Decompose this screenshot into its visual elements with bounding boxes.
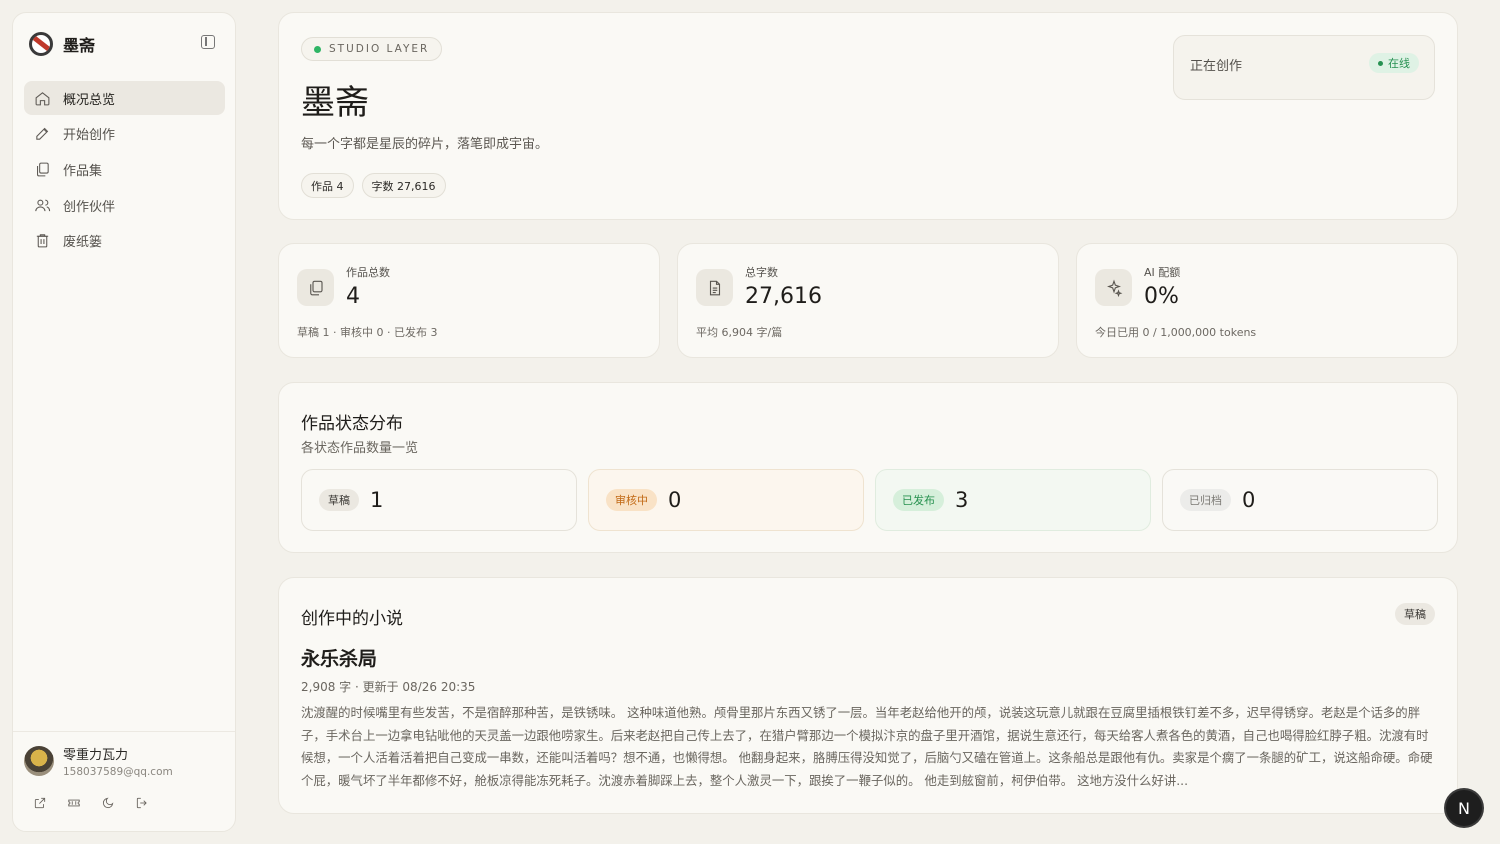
page-subtitle: 每一个字都是星辰的碎片，落笔即成宇宙。: [301, 137, 549, 152]
sidebar-collapse-icon[interactable]: [201, 35, 215, 49]
status-item-published[interactable]: 已发布 3: [875, 469, 1151, 531]
sidebar-item-label: 概况总览: [63, 92, 116, 108]
novel-meta: 2,908 字 · 更新于 08/26 20:35: [301, 680, 476, 694]
ticket-icon[interactable]: [67, 796, 81, 810]
studio-tag: STUDIO LAYER: [301, 37, 443, 61]
status-chip: 草稿: [319, 489, 359, 511]
sidebar-item-label: 废纸篓: [63, 235, 103, 251]
stat-value: 27,616: [745, 284, 822, 309]
stat-value: 0%: [1144, 284, 1179, 309]
sidebar-item-label: 开始创作: [63, 128, 116, 144]
stat-label: 总字数: [745, 266, 778, 279]
logout-icon[interactable]: [135, 796, 149, 810]
sidebar: 墨斋 概况总览 开始创作 作品集 创作伙伴 废纸篓 零重力瓦力 15803758…: [12, 12, 236, 832]
status-chip: 已发布: [893, 489, 944, 511]
novel-title[interactable]: 永乐杀局: [301, 644, 377, 671]
online-dot-icon: [1378, 60, 1383, 66]
now-creating-label: 正在创作: [1190, 59, 1243, 74]
status-dot-icon: [314, 45, 321, 53]
stat-note: 今日已用 0 / 1,000,000 tokens: [1095, 326, 1257, 339]
status-chip: 审核中: [606, 489, 657, 511]
logo-icon: [29, 32, 53, 56]
page-title: 墨斋: [301, 83, 369, 123]
sidebar-item-trash[interactable]: 废纸篓: [24, 224, 225, 258]
sidebar-item-create[interactable]: 开始创作: [24, 117, 225, 151]
sidebar-item-label: 作品集: [63, 163, 103, 179]
status-distribution-card: 作品状态分布 各状态作品数量一览 草稿 1 审核中 0 已发布 3 已归档 0: [278, 382, 1458, 553]
stat-card-words: 总字数 27,616 平均 6,904 字/篇: [677, 243, 1059, 358]
sidebar-footer: 零重力瓦力 158037589@qq.com: [13, 731, 235, 831]
user-profile[interactable]: 零重力瓦力 158037589@qq.com: [24, 744, 173, 778]
studio-tag-label: STUDIO LAYER: [329, 43, 430, 55]
status-item-draft[interactable]: 草稿 1: [301, 469, 577, 531]
sidebar-item-works[interactable]: 作品集: [24, 152, 225, 186]
word-count-chip: 字数 27,616: [361, 173, 446, 198]
current-novel-card[interactable]: 创作中的小说 草稿 永乐杀局 2,908 字 · 更新于 08/26 20:35…: [278, 577, 1458, 814]
status-badge: 草稿: [1395, 603, 1435, 625]
floating-action-button[interactable]: N: [1446, 790, 1482, 826]
user-name: 零重力瓦力: [63, 748, 129, 763]
hero-chips: 作品 4 字数 27,616: [301, 173, 446, 198]
status-count: 0: [1242, 488, 1256, 512]
status-list: 草稿 1 审核中 0 已发布 3 已归档 0: [301, 469, 1438, 531]
status-count: 3: [955, 488, 969, 512]
copy-icon: [37, 162, 49, 177]
stat-card-ai-quota: AI 配额 0% 今日已用 0 / 1,000,000 tokens: [1076, 243, 1458, 358]
external-link-icon[interactable]: [33, 796, 47, 810]
stat-card-works: 作品总数 4 草稿 1 · 审核中 0 · 已发布 3: [278, 243, 660, 358]
stat-label: 作品总数: [346, 266, 390, 279]
status-badge-label: 在线: [1388, 57, 1410, 70]
sidebar-nav: 概况总览 开始创作 作品集 创作伙伴 废纸篓: [24, 81, 225, 259]
brand-name: 墨斋: [63, 36, 96, 55]
status-badge: 在线: [1369, 53, 1419, 73]
stat-note: 平均 6,904 字/篇: [696, 326, 783, 339]
status-chip: 已归档: [1180, 489, 1231, 511]
brand[interactable]: 墨斋: [29, 31, 95, 57]
avatar: [24, 746, 54, 776]
works-count-chip: 作品 4: [301, 173, 354, 198]
user-email: 158037589@qq.com: [63, 766, 173, 778]
theme-toggle-icon[interactable]: [101, 796, 115, 810]
sidebar-item-partners[interactable]: 创作伙伴: [24, 188, 225, 222]
pen-icon: [36, 127, 49, 140]
hero-card: STUDIO LAYER 墨斋 每一个字都是星辰的碎片，落笔即成宇宙。 作品 4…: [278, 12, 1458, 220]
sidebar-item-overview[interactable]: 概况总览: [24, 81, 225, 115]
document-icon: [696, 269, 733, 306]
users-icon: [35, 199, 51, 211]
sidebar-item-label: 创作伙伴: [63, 199, 116, 215]
trash-icon: [36, 234, 49, 248]
copy-icon: [297, 269, 334, 306]
status-count: 1: [370, 488, 384, 512]
status-count: 0: [668, 488, 682, 512]
section-subtitle: 各状态作品数量一览: [301, 441, 419, 456]
now-creating-panel: 正在创作 在线: [1173, 35, 1435, 100]
section-title: 创作中的小说: [301, 609, 403, 629]
stat-value: 4: [346, 284, 360, 309]
footer-actions: [33, 796, 149, 810]
home-icon: [35, 91, 50, 105]
novel-excerpt: 沈渡醒的时候嘴里有些发苦，不是宿醉那种苦，是铁锈味。 这种味道他熟。颅骨里那片东…: [301, 705, 1433, 788]
status-item-review[interactable]: 审核中 0: [588, 469, 864, 531]
stat-note: 草稿 1 · 审核中 0 · 已发布 3: [297, 326, 438, 339]
section-title: 作品状态分布: [301, 414, 403, 434]
stat-label: AI 配额: [1144, 266, 1181, 279]
status-item-archived[interactable]: 已归档 0: [1162, 469, 1438, 531]
sparkle-icon: [1095, 269, 1132, 306]
